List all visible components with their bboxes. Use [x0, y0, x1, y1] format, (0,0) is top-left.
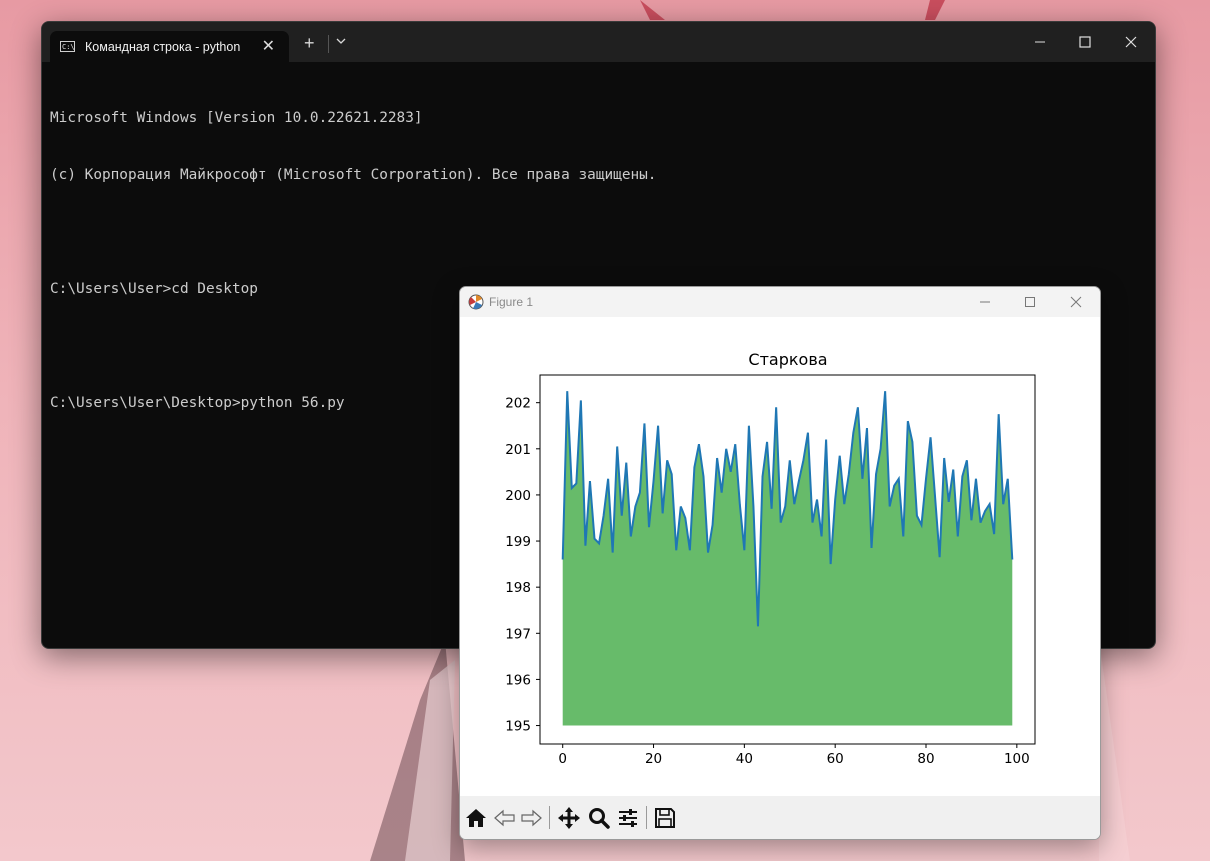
toolbar-divider: [646, 806, 647, 829]
back-arrow-icon[interactable]: [492, 805, 518, 831]
toolbar-divider: [549, 806, 550, 829]
maximize-icon[interactable]: [1021, 293, 1039, 311]
x-tick-label: 20: [645, 751, 662, 767]
y-tick-label: 198: [505, 580, 531, 596]
area-fill: [562, 391, 1013, 726]
terminal-tab-title: Командная строка - python: [85, 39, 241, 54]
y-tick-label: 200: [505, 488, 531, 504]
terminal-tab[interactable]: C:\ Командная строка - python ✕: [50, 31, 289, 62]
new-tab-icon[interactable]: +: [304, 33, 315, 54]
pan-move-icon[interactable]: [556, 805, 582, 831]
home-icon[interactable]: [463, 805, 489, 831]
close-tab-icon[interactable]: ✕: [262, 36, 275, 56]
y-tick-label: 202: [505, 396, 531, 412]
y-tick-label: 195: [505, 719, 531, 735]
close-window-icon[interactable]: [1067, 293, 1085, 311]
terminal-line: Microsoft Windows [Version 10.0.22621.22…: [50, 110, 423, 126]
figure-titlebar[interactable]: Figure 1: [460, 287, 1100, 317]
zoom-magnifier-icon[interactable]: [586, 805, 612, 831]
chevron-down-icon[interactable]: [334, 34, 348, 48]
navigation-toolbar: [460, 796, 1100, 839]
forward-arrow-icon[interactable]: [518, 805, 544, 831]
command-prompt-icon: C:\: [60, 41, 75, 52]
maximize-icon[interactable]: [1075, 32, 1095, 52]
terminal-titlebar[interactable]: C:\ Командная строка - python ✕ +: [42, 22, 1155, 62]
y-tick-label: 199: [505, 534, 531, 550]
matplotlib-icon: [468, 294, 484, 310]
figure-window: Figure 1 Старкова 0 20 40 60 80 100 195 196 197 1…: [459, 286, 1101, 840]
x-tick-label: 0: [558, 751, 567, 767]
x-tick-label: 60: [827, 751, 844, 767]
y-tick-label: 196: [505, 672, 531, 688]
close-window-icon[interactable]: [1121, 32, 1141, 52]
minimize-icon[interactable]: [1030, 32, 1050, 52]
x-tick-label: 40: [736, 751, 753, 767]
plot-canvas[interactable]: Старкова 0 20 40 60 80 100 195 196 197 198 199 200 2…: [460, 317, 1100, 796]
titlebar-divider: [328, 35, 329, 53]
chart-title: Старкова: [748, 350, 827, 369]
terminal-line: (c) Корпорация Майкрософт (Microsoft Cor…: [50, 167, 657, 183]
figure-window-title: Figure 1: [489, 295, 534, 309]
y-tick-label: 197: [505, 626, 531, 642]
save-floppy-icon[interactable]: [652, 805, 678, 831]
minimize-icon[interactable]: [976, 293, 994, 311]
y-tick-label: 201: [505, 442, 531, 458]
x-tick-label: 100: [1004, 751, 1030, 767]
x-tick-label: 80: [917, 751, 934, 767]
configure-subplots-icon[interactable]: [615, 805, 641, 831]
